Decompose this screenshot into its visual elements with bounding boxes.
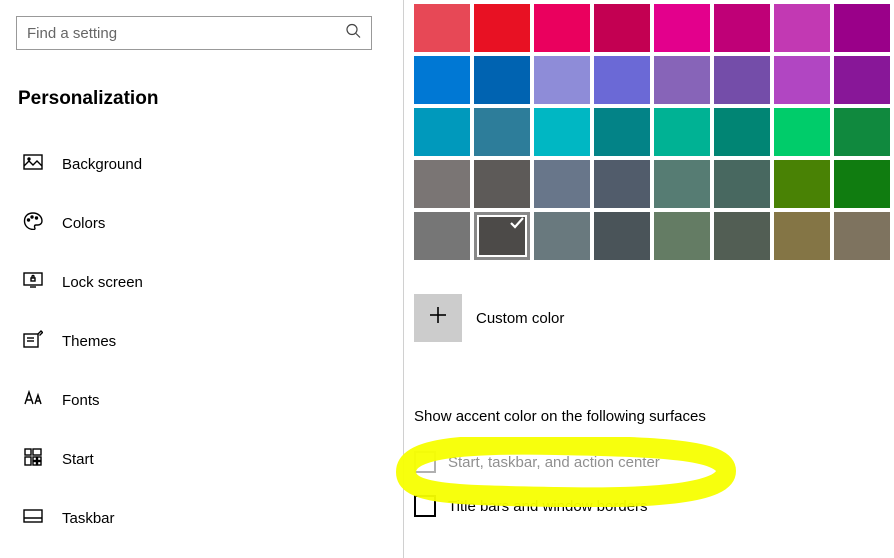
color-swatch[interactable] [414, 108, 470, 156]
color-swatch[interactable] [654, 212, 710, 260]
color-swatch[interactable] [594, 4, 650, 52]
sidebar-item-taskbar[interactable]: Taskbar [16, 496, 404, 541]
color-swatch[interactable] [714, 4, 770, 52]
sidebar-item-label: Taskbar [62, 510, 115, 527]
fonts-icon [22, 390, 44, 411]
color-swatch[interactable] [714, 212, 770, 260]
sidebar-item-themes[interactable]: Themes [16, 319, 404, 364]
palette-icon [22, 212, 44, 235]
sidebar-item-label: Start [62, 451, 94, 468]
checkbox-label: Title bars and window borders [448, 498, 648, 515]
checkbox-start-taskbar: Start, taskbar, and action center [414, 451, 890, 473]
color-swatch[interactable] [594, 212, 650, 260]
checkbox-icon[interactable] [414, 495, 436, 517]
color-swatch[interactable] [474, 4, 530, 52]
sidebar-item-label: Themes [62, 333, 116, 350]
color-swatch[interactable] [774, 108, 830, 156]
sidebar-item-background[interactable]: Background [16, 142, 404, 187]
sidebar-item-start[interactable]: Start [16, 437, 404, 482]
color-swatch[interactable] [474, 160, 530, 208]
color-swatch[interactable] [534, 212, 590, 260]
color-swatch[interactable] [594, 108, 650, 156]
color-swatch[interactable] [834, 108, 890, 156]
start-grid-icon [22, 448, 44, 471]
themes-icon [22, 330, 44, 353]
accent-surfaces-heading: Show accent color on the following surfa… [414, 408, 890, 425]
color-swatch[interactable] [414, 160, 470, 208]
checkbox-titlebars[interactable]: Title bars and window borders [414, 495, 890, 517]
section-title: Personalization [18, 88, 404, 110]
plus-icon [427, 304, 449, 333]
color-swatch[interactable] [414, 56, 470, 104]
color-swatch[interactable] [534, 56, 590, 104]
sidebar-item-label: Fonts [62, 392, 100, 409]
color-swatch[interactable] [534, 160, 590, 208]
color-grid [414, 4, 890, 260]
custom-color-label: Custom color [476, 310, 564, 327]
color-swatch[interactable] [834, 4, 890, 52]
checkbox-icon [414, 451, 436, 473]
sidebar-nav: Background Colors Lock screen [16, 142, 404, 541]
color-swatch[interactable] [774, 4, 830, 52]
color-swatch[interactable] [474, 56, 530, 104]
color-swatch[interactable] [774, 212, 830, 260]
color-swatch[interactable] [594, 56, 650, 104]
color-swatch[interactable] [594, 160, 650, 208]
sidebar-item-colors[interactable]: Colors [16, 201, 404, 246]
search-input[interactable] [27, 25, 361, 42]
color-swatch[interactable] [654, 108, 710, 156]
sidebar-item-fonts[interactable]: Fonts [16, 378, 404, 423]
picture-icon [22, 154, 44, 175]
color-swatch[interactable] [654, 56, 710, 104]
color-swatch[interactable] [654, 160, 710, 208]
color-swatch[interactable] [774, 56, 830, 104]
sidebar-item-label: Colors [62, 215, 105, 232]
color-swatch[interactable] [534, 108, 590, 156]
sidebar-item-label: Background [62, 156, 142, 173]
color-swatch[interactable] [474, 212, 530, 260]
color-swatch[interactable] [474, 108, 530, 156]
custom-color-button[interactable] [414, 294, 462, 342]
search-box[interactable] [16, 16, 372, 50]
color-swatch[interactable] [414, 4, 470, 52]
sidebar-item-lockscreen[interactable]: Lock screen [16, 260, 404, 305]
color-swatch[interactable] [414, 212, 470, 260]
color-swatch[interactable] [774, 160, 830, 208]
color-swatch[interactable] [834, 56, 890, 104]
color-swatch[interactable] [654, 4, 710, 52]
color-swatch[interactable] [534, 4, 590, 52]
check-icon [508, 214, 526, 237]
color-swatch[interactable] [834, 212, 890, 260]
checkbox-label: Start, taskbar, and action center [448, 454, 660, 471]
lock-screen-icon [22, 272, 44, 293]
color-swatch[interactable] [714, 56, 770, 104]
color-swatch[interactable] [714, 108, 770, 156]
color-swatch[interactable] [834, 160, 890, 208]
sidebar-item-label: Lock screen [62, 274, 143, 291]
search-icon [345, 23, 361, 44]
color-swatch[interactable] [714, 160, 770, 208]
taskbar-icon [22, 509, 44, 528]
